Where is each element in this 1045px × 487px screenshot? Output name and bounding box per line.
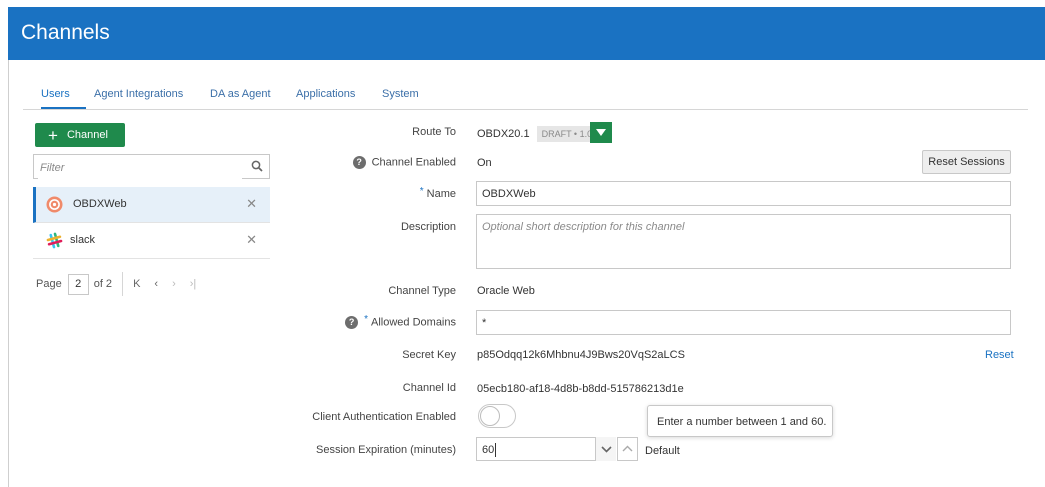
list-item-label: OBDXWeb [73, 198, 127, 210]
first-page-icon[interactable]: K [133, 278, 140, 290]
list-item-label: slack [70, 234, 96, 246]
draft-badge: DRAFT • 1.0 [536, 126, 598, 142]
plus-icon: + [48, 125, 58, 145]
channel-type-label: Channel Type [388, 285, 456, 297]
reset-secret-key-link[interactable]: Reset [985, 349, 1014, 361]
channel-enabled-label-text: Channel Enabled [371, 156, 456, 169]
last-page-icon[interactable]: ›| [190, 278, 197, 290]
allowed-domains-label-text: Allowed Domains [371, 316, 456, 329]
reset-sessions-button[interactable]: Reset Sessions [922, 150, 1011, 174]
decrement-button[interactable] [595, 437, 616, 461]
help-icon[interactable]: ? [352, 156, 366, 169]
tab-system[interactable]: System [382, 88, 419, 109]
session-expiration-tooltip: Enter a number between 1 and 60. [647, 405, 833, 437]
next-page-icon[interactable]: › [172, 278, 176, 290]
filter-box [33, 154, 270, 179]
prev-page-icon[interactable]: ‹ [154, 278, 158, 290]
client-auth-label: Client Authentication Enabled [312, 411, 456, 423]
pager-page-label: Page [36, 278, 62, 290]
channel-type-value: Oracle Web [477, 285, 535, 297]
chevron-up-icon [622, 445, 633, 452]
close-icon[interactable]: ✕ [246, 196, 257, 212]
add-channel-button[interactable]: + Channel [35, 123, 125, 147]
route-to-label: Route To [412, 126, 456, 138]
toggle-knob [480, 406, 500, 426]
channel-enabled-label: ? Channel Enabled [352, 156, 456, 169]
tab-users[interactable]: Users [41, 88, 86, 109]
close-icon[interactable]: ✕ [246, 232, 257, 248]
channel-id-value: 05ecb180-af18-4d8b-b8dd-515786213d1e [477, 383, 684, 395]
session-default-label: Default [645, 445, 680, 457]
channel-id-label: Channel Id [402, 382, 456, 394]
pager: Page 2 of 2 K ‹ › ›| [36, 271, 210, 297]
page-header: Channels [8, 7, 1045, 60]
session-expiration-label: Session Expiration (minutes) [315, 444, 456, 456]
required-marker: * [419, 186, 424, 197]
list-item[interactable]: slack ✕ [33, 223, 270, 259]
increment-button[interactable] [617, 437, 638, 461]
name-input[interactable]: OBDXWeb [476, 181, 1011, 206]
allowed-domains-label: ? * Allowed Domains [345, 314, 456, 329]
route-to-value: OBDX20.1 DRAFT • 1.0 [477, 126, 598, 142]
secret-key-label: Secret Key [402, 349, 456, 361]
text-caret [495, 443, 496, 457]
route-to-dropdown-button[interactable] [590, 122, 612, 143]
search-icon[interactable] [251, 160, 263, 175]
description-label: Description [400, 221, 456, 233]
description-placeholder: Optional short description for this chan… [482, 221, 685, 233]
page-title: Channels [21, 21, 110, 44]
route-to-text: OBDX20.1 [477, 127, 530, 140]
pager-page-input[interactable]: 2 [67, 273, 89, 295]
tooltip-text: Enter a number between 1 and 60. [657, 416, 827, 428]
tab-applications[interactable]: Applications [296, 88, 355, 109]
client-auth-toggle[interactable] [478, 404, 516, 428]
name-input-value: OBDXWeb [482, 188, 536, 200]
allowed-domains-value: * [482, 317, 487, 329]
add-channel-label: Channel [66, 129, 108, 141]
chevron-down-icon [601, 446, 612, 453]
name-label-text: Name [426, 188, 456, 200]
session-expiration-value: 60 [482, 444, 495, 456]
filter-input[interactable] [38, 156, 242, 179]
tab-agent-integrations[interactable]: Agent Integrations [94, 88, 183, 109]
description-textarea[interactable]: Optional short description for this chan… [476, 214, 1011, 269]
slack-icon [46, 232, 63, 249]
pager-of-label: of 2 [93, 278, 113, 290]
allowed-domains-input[interactable]: * [476, 310, 1011, 335]
pager-divider [122, 272, 124, 296]
name-label: * Name [419, 186, 456, 200]
list-item[interactable]: OBDXWeb ✕ [33, 187, 270, 223]
channel-enabled-value: On [477, 157, 492, 169]
required-marker: * [364, 314, 369, 326]
secret-key-value: p85Odqq12k6Mhbnu4J9Bws20VqS2aLCS [477, 349, 685, 361]
help-icon[interactable]: ? [345, 316, 359, 329]
tab-da-as-agent[interactable]: DA as Agent [210, 88, 271, 109]
tab-bar: Users Agent Integrations DA as Agent App… [23, 88, 1028, 110]
oracle-web-icon [46, 196, 63, 213]
